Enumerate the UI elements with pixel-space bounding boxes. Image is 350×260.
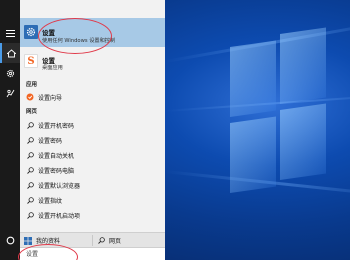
annotation-ellipse-best-match (38, 18, 112, 54)
web-filter-button[interactable]: 网页 (98, 233, 121, 248)
web-result-item[interactable]: 设置开机启动项 (20, 208, 165, 222)
search-icon (26, 121, 34, 129)
windows-logo-icon (24, 236, 32, 245)
settings-filter-button[interactable] (0, 63, 20, 83)
wizard-icon (26, 93, 34, 101)
search-icon (26, 196, 34, 204)
cortana-circle-icon (6, 236, 14, 244)
web-result-label: 设置自动关机 (38, 152, 75, 160)
web-result-label: 设置密码电脑 (38, 167, 75, 175)
web-result-item[interactable]: 设置默认浏览器 (20, 178, 165, 192)
section-apps-header: 应用 (26, 82, 38, 88)
search-icon (26, 136, 34, 144)
hamburger-icon (5, 29, 15, 37)
app-item-label: 设置向导 (38, 94, 63, 102)
sogou-app-tile: S (24, 54, 38, 68)
web-result-item[interactable]: 设置开机密码 (20, 118, 165, 132)
web-result-label: 设置开机启动项 (38, 212, 81, 220)
gear-icon (6, 69, 14, 77)
search-icon (26, 151, 34, 159)
web-result-item[interactable]: 设置自动关机 (20, 148, 165, 162)
web-result-label: 设置指纹 (38, 197, 63, 205)
web-result-item[interactable]: 设置密码 (20, 133, 165, 147)
web-filter-label: 网页 (109, 238, 122, 245)
hamburger-menu-button[interactable] (0, 23, 20, 43)
web-result-item[interactable]: 设置指纹 (20, 193, 165, 207)
feedback-button[interactable] (0, 83, 20, 103)
sogou-s-icon: S (27, 55, 35, 67)
start-left-rail (0, 0, 20, 260)
power-button[interactable] (0, 230, 20, 250)
app-item-setup-wizard[interactable]: 设置向导 (20, 90, 165, 104)
search-icon (98, 237, 105, 244)
web-result-label: 设置开机密码 (38, 122, 75, 130)
settings-app-tile (24, 25, 38, 39)
feedback-icon (6, 89, 14, 97)
search-icon (26, 166, 34, 174)
web-result-label: 设置密码 (38, 137, 63, 145)
app-result-settings[interactable]: S 设置 桌面应用 (20, 50, 165, 72)
home-icon (6, 48, 16, 57)
web-result-label: 设置默认浏览器 (38, 182, 81, 190)
home-button[interactable] (0, 43, 20, 63)
search-icon (26, 181, 34, 189)
search-icon (26, 211, 34, 219)
section-web-header: 网页 (26, 109, 38, 115)
app-result-subtitle: 桌面应用 (42, 65, 63, 71)
divider (92, 235, 93, 246)
web-result-item[interactable]: 设置密码电脑 (20, 163, 165, 177)
windows-logo-light (230, 27, 330, 207)
gear-icon (26, 27, 36, 37)
